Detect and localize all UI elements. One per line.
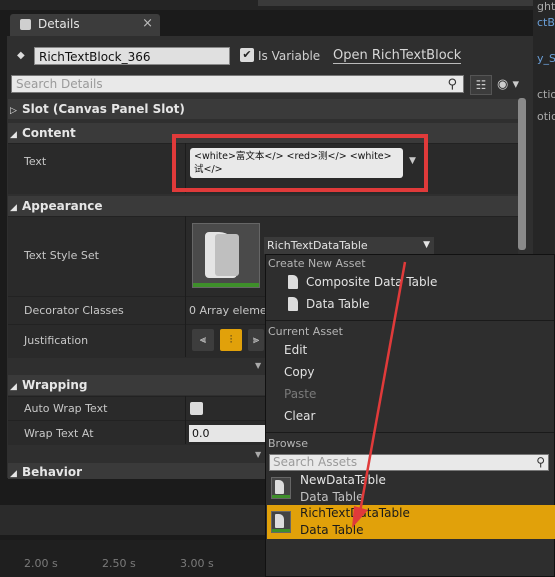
asset-type-bar — [193, 283, 259, 287]
wrap-at-label: Wrap Text At — [24, 427, 94, 440]
details-icon — [20, 19, 31, 30]
menu-item-edit[interactable]: Edit — [284, 343, 307, 357]
category-appearance[interactable]: ◢ Appearance — [8, 196, 518, 216]
collapse-arrow-icon: ◢ — [10, 382, 17, 392]
chevron-down-icon: ▼ — [423, 240, 430, 250]
column-divider — [185, 216, 186, 357]
collapse-arrow-icon: ◢ — [10, 469, 17, 479]
close-icon[interactable]: × — [142, 16, 153, 31]
justification-label: Justification — [24, 334, 89, 347]
asset-type-bar — [272, 495, 290, 498]
auto-wrap-label: Auto Wrap Text — [24, 402, 108, 415]
right-text-5: otio — [537, 110, 555, 123]
decorator-classes-label: Decorator Classes — [24, 304, 124, 317]
browse-header: Browse — [268, 437, 309, 450]
category-behavior-label: Behavior — [22, 465, 83, 479]
data-table-icon — [275, 514, 284, 528]
data-table-icon — [288, 297, 298, 311]
category-slot[interactable]: ▷ Slot (Canvas Panel Slot) — [8, 99, 518, 119]
auto-wrap-checkbox[interactable] — [190, 402, 203, 415]
align-left-icon[interactable]: ⫷ — [192, 329, 214, 351]
right-text-3: y_S — [537, 52, 555, 65]
search-assets-placeholder: Search Assets — [273, 455, 358, 469]
right-text-2: ctBlu — [537, 16, 555, 29]
asset-type: Data Table — [300, 490, 364, 504]
top-strip — [258, 0, 538, 6]
search-icon: ⚲ — [447, 77, 457, 92]
widget-diamond-icon: ◆ — [17, 50, 25, 61]
expand-arrow-icon: ▷ — [10, 106, 17, 116]
is-variable-label: Is Variable — [258, 49, 321, 63]
menu-item-paste: Paste — [284, 387, 317, 401]
align-right-icon[interactable]: ⫸ — [248, 329, 264, 351]
data-table-icon — [275, 480, 284, 494]
right-text-1: ght — [537, 0, 555, 13]
menu-divider — [266, 320, 554, 321]
category-content-label: Content — [22, 126, 76, 140]
open-richtextblock-link[interactable]: Open RichTextBlock — [333, 48, 462, 64]
text-style-set-combo[interactable]: RichTextDataTable ▼ — [264, 237, 434, 254]
view-options-eye-icon[interactable]: ◉ ▾ — [497, 75, 527, 95]
wrap-at-input[interactable]: 0.0 — [189, 425, 269, 442]
right-text-4: ctio — [537, 88, 555, 101]
menu-item-clear[interactable]: Clear — [284, 409, 315, 423]
menu-divider — [266, 432, 554, 433]
data-table-page-shadow — [215, 234, 239, 276]
asset-thumbnail — [271, 477, 291, 499]
menu-item-copy[interactable]: Copy — [284, 365, 314, 379]
search-icon: ⚲ — [536, 455, 545, 469]
search-assets-input[interactable]: Search Assets ⚲ — [269, 454, 549, 471]
menu-item-data-table[interactable]: Data Table — [306, 297, 370, 311]
create-new-asset-header: Create New Asset — [268, 257, 366, 270]
search-placeholder: Search Details — [16, 77, 103, 91]
collapse-arrow-icon: ◢ — [10, 203, 17, 213]
timeline-tick: 2.00 s — [24, 557, 58, 570]
decorator-classes-value: 0 Array elemen — [189, 304, 274, 317]
scrollbar[interactable] — [518, 98, 526, 250]
search-details-input[interactable]: Search Details ⚲ — [11, 75, 464, 93]
column-divider — [185, 396, 186, 444]
is-variable-checkbox[interactable]: ✔ — [240, 48, 254, 62]
collapse-arrow-icon: ◢ — [10, 130, 17, 140]
tab-title: Details — [38, 17, 80, 31]
asset-type-bar — [272, 529, 290, 532]
right-panel — [533, 0, 555, 255]
menu-item-composite-data-table[interactable]: Composite Data Table — [306, 275, 437, 289]
widget-name-input[interactable]: RichTextBlock_366 — [34, 47, 230, 65]
property-matrix-icon[interactable]: ☷ — [470, 75, 492, 95]
asset-thumbnail — [271, 511, 291, 533]
asset-name[interactable]: NewDataTable — [300, 473, 386, 487]
text-style-set-value: RichTextDataTable — [267, 239, 368, 252]
category-appearance-label: Appearance — [22, 199, 103, 213]
asset-name[interactable]: RichTextDataTable — [300, 506, 410, 520]
text-label: Text — [24, 155, 47, 168]
align-center-icon[interactable]: ⫶ — [220, 329, 242, 351]
data-table-thumbnail[interactable] — [192, 223, 260, 288]
data-table-icon — [288, 275, 298, 289]
details-tab[interactable]: Details × — [10, 14, 160, 36]
current-asset-header: Current Asset — [268, 325, 343, 338]
timeline-tick: 2.50 s — [102, 557, 136, 570]
text-style-set-label: Text Style Set — [24, 249, 99, 262]
timeline-tick: 3.00 s — [180, 557, 214, 570]
asset-type: Data Table — [300, 523, 364, 537]
category-slot-label: Slot (Canvas Panel Slot) — [22, 102, 185, 116]
highlight-annotation-box — [172, 134, 428, 192]
category-wrapping-label: Wrapping — [22, 378, 88, 392]
